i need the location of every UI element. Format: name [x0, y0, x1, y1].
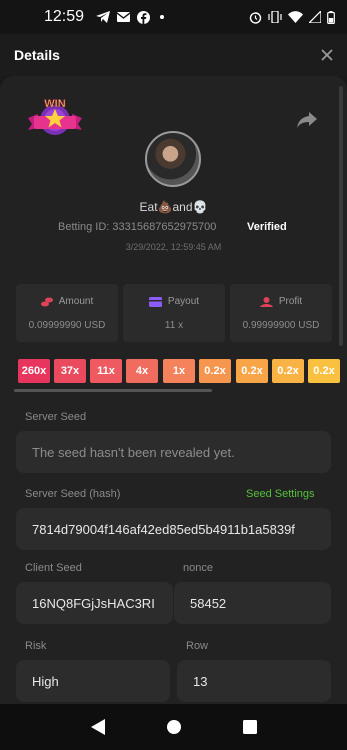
- signal-icon: [309, 11, 321, 23]
- mail-icon: [117, 12, 131, 22]
- client-seed-field[interactable]: 16NQ8FGjJsHAC3RI: [16, 582, 173, 624]
- multiplier-chip: 37x: [54, 359, 86, 383]
- profit-label: Profit: [278, 296, 303, 307]
- profit-value: 0.99999900 USD: [242, 320, 320, 331]
- dot-icon: [160, 15, 165, 19]
- multiplier-chip: 4x: [126, 359, 158, 383]
- server-seed-label: Server Seed: [25, 411, 87, 423]
- wifi-icon: [288, 11, 303, 23]
- nonce-label: nonce: [183, 562, 213, 574]
- row-field[interactable]: 13: [177, 660, 331, 702]
- scrollbar[interactable]: [339, 86, 343, 346]
- server-seed-hash-field[interactable]: 7814d79004f146af42ed85ed5b4911b1a5839f: [16, 508, 331, 550]
- multiplier-chip: 11x: [90, 359, 122, 383]
- server-seed-field[interactable]: The seed hasn't been revealed yet.: [16, 431, 331, 473]
- details-panel[interactable]: WIN Eat💩and💀 Betting ID: 333156876529757…: [0, 76, 347, 704]
- server-seed-hash-label: Server Seed (hash): [25, 488, 121, 500]
- alarm-icon: [249, 11, 262, 24]
- close-button[interactable]: [321, 45, 333, 66]
- status-right-icons: [249, 10, 335, 24]
- amount-card: Amount 0.09999990 USD: [16, 284, 118, 342]
- payout-card: Payout 11 x: [123, 284, 225, 342]
- row-label: Row: [186, 640, 209, 652]
- profit-card: Profit 0.99999900 USD: [230, 284, 332, 342]
- betting-id: Betting ID: 33315687652975700: [58, 221, 217, 233]
- bet-timestamp: 3/29/2022, 12:59:45 AM: [125, 242, 222, 252]
- status-bar: 12:59: [0, 0, 347, 34]
- home-icon[interactable]: [166, 719, 182, 735]
- seed-settings-link[interactable]: Seed Settings: [246, 488, 315, 500]
- share-icon[interactable]: [297, 112, 317, 128]
- amount-label: Amount: [58, 296, 94, 307]
- avatar: [145, 131, 201, 187]
- multiplier-chip: 1x: [163, 359, 195, 383]
- wallet-icon: [148, 296, 162, 307]
- multiplier-scrollbar[interactable]: [14, 389, 212, 392]
- status-time: 12:59: [44, 8, 85, 25]
- coins-icon: [40, 297, 53, 306]
- close-icon: [321, 48, 333, 61]
- facebook-icon: [137, 10, 151, 24]
- badge-text: WIN: [44, 98, 65, 110]
- win-badge-icon: WIN: [28, 98, 82, 135]
- telegram-icon: [96, 11, 111, 23]
- multiplier-chip: 0.2x: [199, 359, 231, 383]
- vibrate-icon: [268, 11, 282, 23]
- username: Eat💩and💀: [139, 200, 208, 214]
- page-title: Details: [14, 47, 60, 63]
- payout-label: Payout: [167, 296, 200, 307]
- amount-value: 0.09999990 USD: [28, 320, 106, 331]
- multiplier-chip: 0.2x: [272, 359, 304, 383]
- multiplier-chip: 260x: [18, 359, 50, 383]
- details-header: Details: [0, 34, 347, 76]
- multiplier-chip: 0.2x: [308, 359, 340, 383]
- client-seed-label: Client Seed: [25, 562, 82, 574]
- nonce-field[interactable]: 58452: [174, 582, 331, 624]
- risk-label: Risk: [25, 640, 47, 652]
- verified-badge: Verified: [247, 221, 287, 233]
- payout-value: 11 x: [164, 320, 184, 331]
- risk-field[interactable]: High: [16, 660, 170, 702]
- profit-icon: [259, 296, 273, 307]
- android-nav-bar: [0, 704, 347, 750]
- multiplier-row[interactable]: 260x 37x 11x 4x 1x 0.2x 0.2x 0.2x 0.2x: [18, 359, 347, 389]
- multiplier-chip: 0.2x: [236, 359, 268, 383]
- back-icon[interactable]: [90, 719, 105, 735]
- recents-icon[interactable]: [242, 720, 257, 734]
- battery-icon: [327, 10, 335, 24]
- status-left-icons: [96, 10, 165, 24]
